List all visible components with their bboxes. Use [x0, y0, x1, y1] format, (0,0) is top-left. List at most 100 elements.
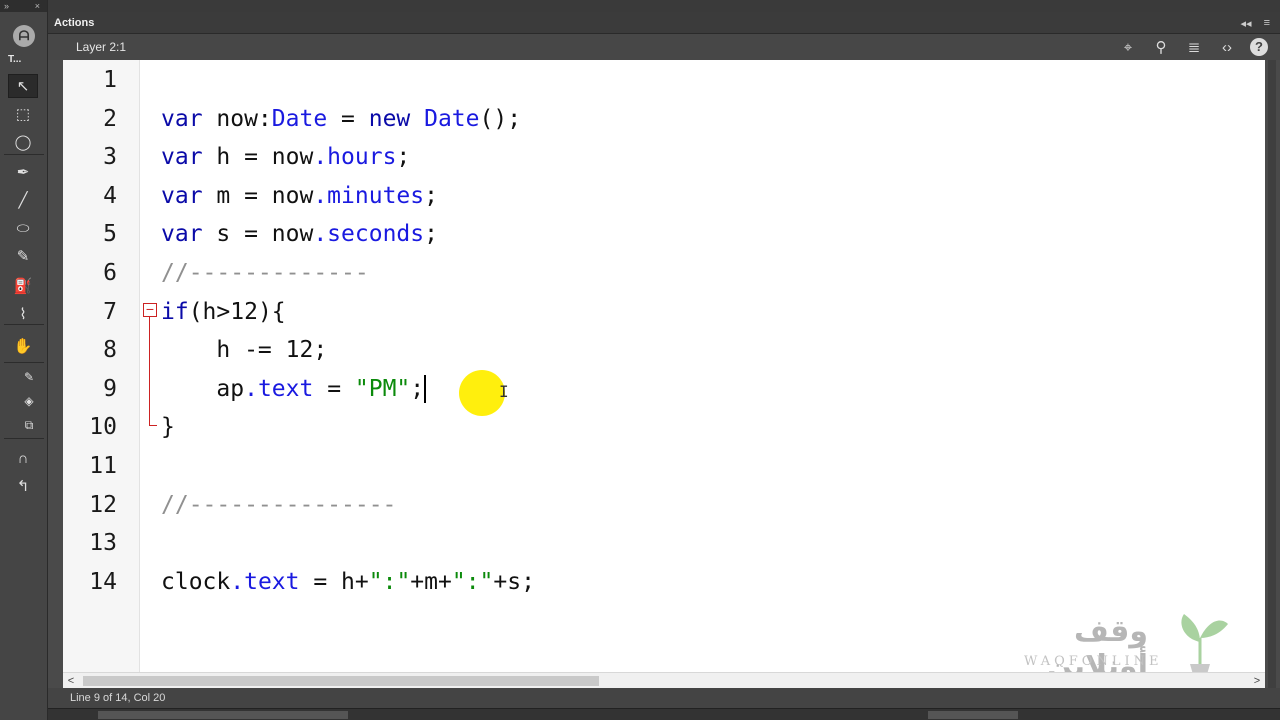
line-number: 13	[89, 530, 117, 557]
search-icon[interactable]: ⚲	[1151, 38, 1171, 56]
code-text[interactable]: ap.text = "PM";	[161, 370, 427, 408]
code-snippets-icon[interactable]: ≣	[1184, 38, 1204, 56]
smooth-tool-icon[interactable]: ↰	[8, 474, 38, 498]
scroll-left-icon[interactable]: <	[63, 673, 79, 689]
code-line[interactable]: 3 var h = now.hours;	[63, 138, 1265, 176]
code-text[interactable]: var now:Date = new Date();	[161, 100, 521, 138]
code-line[interactable]: 4 var m = now.minutes;	[63, 177, 1265, 215]
fold-toggle-icon[interactable]: −	[143, 302, 157, 317]
line-number: 6	[103, 260, 117, 286]
oval-tool-icon[interactable]: ⬭	[8, 216, 38, 240]
code-token: ":"	[368, 568, 411, 595]
code-line[interactable]: 13	[63, 524, 1265, 562]
line-number: 3	[103, 144, 117, 171]
code-text[interactable]: var m = now.minutes;	[161, 177, 438, 215]
eyedropper-tool-icon[interactable]: ⌇	[8, 302, 38, 326]
code-text[interactable]: //---------------	[161, 486, 396, 524]
code-line[interactable]: 6 //-------------	[63, 254, 1265, 292]
code-text[interactable]: var s = now.seconds;	[161, 215, 438, 253]
code-token: ;	[410, 375, 425, 402]
target-icon[interactable]: ⌖	[1118, 39, 1138, 56]
code-line[interactable]: 14 clock.text = h+":"+m+":"+s;	[63, 563, 1265, 601]
fold-range-line	[149, 317, 150, 425]
code-line[interactable]: 5 var s = now.seconds;	[63, 215, 1265, 253]
watermark-latin: WAQFONLINE	[1024, 654, 1163, 669]
code-line[interactable]: 9 ap.text = "PM";	[63, 370, 1265, 408]
code-token: ();	[479, 105, 522, 132]
cursor-position-status: Line 9 of 14, Col 20	[70, 692, 166, 704]
snap-magnet-tool-icon[interactable]: ∩	[8, 446, 38, 470]
hand-tool-icon[interactable]: ✋	[8, 334, 38, 358]
line-number: 9	[103, 375, 117, 402]
code-token: +s;	[493, 568, 535, 595]
code-line[interactable]: 12 //---------------	[63, 486, 1265, 524]
code-text[interactable]: clock.text = h+":"+m+":"+s;	[161, 563, 535, 601]
pencil-tool-icon[interactable]: ✎	[8, 244, 38, 268]
vertical-scroll-thumb[interactable]	[1268, 60, 1276, 688]
code-text[interactable]: h -= 12;	[161, 331, 327, 369]
code-token: var	[161, 182, 217, 209]
code-token: Date	[424, 105, 480, 132]
code-token: var	[161, 105, 217, 132]
watermark: وقف أونلاين WAQFONLINE	[978, 608, 1248, 672]
waqf-logo-icon	[1181, 614, 1228, 672]
line-tool-icon[interactable]: ╱	[8, 188, 38, 212]
code-token: }	[161, 414, 175, 441]
panel-controls: ◂◂ ≡	[1241, 12, 1270, 34]
scroll-right-icon[interactable]: >	[1249, 673, 1265, 689]
collapse-icon[interactable]: »	[4, 1, 9, 11]
tools-panel: » × ᗩ T... ↖ ⬚ ◯ ✒ ╱ ⬭ ✎ ⛽ ⌇ ✋ ✎ ◈ ⧉ ∩ ↰	[0, 0, 48, 720]
code-token: =	[313, 375, 355, 402]
tools-label: T...	[8, 54, 22, 65]
code-token: //---------------	[161, 491, 397, 518]
code-text[interactable]: var h = now.hours;	[161, 138, 410, 176]
code-text[interactable]: if(h>12){	[161, 293, 286, 331]
code-text[interactable]: //-------------	[161, 254, 369, 292]
stroke-color-tool-icon[interactable]: ✎	[18, 368, 40, 386]
code-token: new	[368, 105, 425, 132]
code-token: .text	[244, 375, 314, 402]
fill-color-tool-icon[interactable]: ◈	[18, 392, 40, 410]
code-token: .seconds	[313, 221, 425, 248]
tab-actions[interactable]: Actions	[54, 12, 94, 34]
timeline-scroll-thumb[interactable]	[98, 711, 348, 719]
timeline-controls[interactable]	[928, 711, 1018, 719]
collapse-panel-icon[interactable]: ◂◂	[1241, 17, 1252, 30]
code-line[interactable]: 11	[63, 447, 1265, 485]
code-token: m = now	[216, 182, 314, 209]
code-line[interactable]: 1	[63, 61, 1265, 99]
code-token: now:	[216, 105, 272, 132]
line-number: 8	[103, 337, 117, 364]
swap-colors-tool-icon[interactable]: ⧉	[18, 416, 40, 434]
panel-menu-icon[interactable]: ≡	[1264, 17, 1270, 29]
lasso-tool-icon[interactable]: ◯	[8, 130, 38, 154]
close-icon[interactable]: ×	[35, 0, 40, 12]
actions-subbar: Layer 2:1 ⌖ ⚲ ≣ ‹› ?	[48, 34, 1280, 60]
text-cursor-icon: I	[499, 382, 509, 401]
pen-tool-icon[interactable]: ✒	[8, 160, 38, 184]
code-token: .hours	[313, 144, 397, 171]
code-format-icon[interactable]: ‹›	[1217, 39, 1237, 56]
paint-bucket-tool-icon[interactable]: ⛽	[8, 274, 38, 298]
selection-tool-icon[interactable]: ↖	[8, 74, 38, 98]
code-token: var	[161, 144, 217, 171]
timeline-scrollbar[interactable]	[48, 708, 1280, 720]
script-toolbar: ⌖ ⚲ ≣ ‹› ?	[1118, 34, 1268, 60]
fold-range-end	[149, 425, 157, 426]
code-line[interactable]: 7 if(h>12){	[63, 293, 1265, 331]
swf-logo-icon: ᗩ	[6, 16, 42, 56]
code-text[interactable]: }	[161, 408, 175, 446]
horizontal-scrollbar[interactable]: < >	[63, 672, 1265, 688]
code-editor[interactable]: 1 2 var now:Date = new Date(); 3 var h = now…	[63, 60, 1265, 672]
code-line[interactable]: 10}	[63, 408, 1265, 446]
free-transform-tool-icon[interactable]: ⬚	[8, 102, 38, 126]
code-token: +m+	[410, 568, 452, 595]
code-line[interactable]: 8 h -= 12;	[63, 331, 1265, 369]
help-icon[interactable]: ?	[1250, 38, 1268, 56]
line-number: 5	[103, 221, 117, 248]
code-line[interactable]: 2 var now:Date = new Date();	[63, 100, 1265, 138]
vertical-scrollbar[interactable]	[1265, 60, 1280, 688]
code-token: Date	[271, 105, 328, 132]
code-token: = h+	[299, 568, 369, 595]
horizontal-scroll-thumb[interactable]	[83, 676, 599, 686]
